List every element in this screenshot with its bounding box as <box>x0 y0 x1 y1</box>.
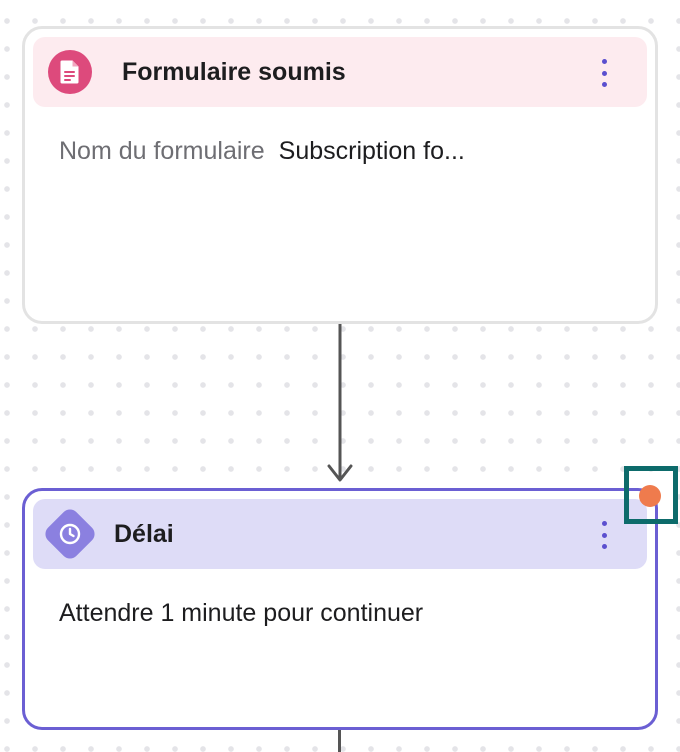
node-title: Formulaire soumis <box>122 58 346 86</box>
field-value: Subscription fo... <box>278 137 465 165</box>
node-title: Délai <box>114 520 174 548</box>
status-dot[interactable] <box>639 485 661 507</box>
delay-description: Attendre 1 minute pour continuer <box>59 599 424 627</box>
more-options-icon[interactable] <box>599 59 609 87</box>
form-submitted-header: Formulaire soumis <box>33 37 647 107</box>
arrow-head-icon <box>327 464 353 482</box>
delay-header: Délai <box>33 499 647 569</box>
form-name-field: Nom du formulaire Subscription fo... <box>59 133 465 169</box>
form-document-icon <box>48 50 92 94</box>
clock-icon <box>50 514 90 554</box>
field-label: Nom du formulaire <box>59 137 265 165</box>
delay-node[interactable]: Délai Attendre 1 minute pour continuer <box>22 488 658 730</box>
more-options-icon[interactable] <box>599 521 609 549</box>
form-submitted-node[interactable]: Formulaire soumis Nom du formulaire Subsc… <box>22 26 658 324</box>
connector-line <box>338 730 341 752</box>
